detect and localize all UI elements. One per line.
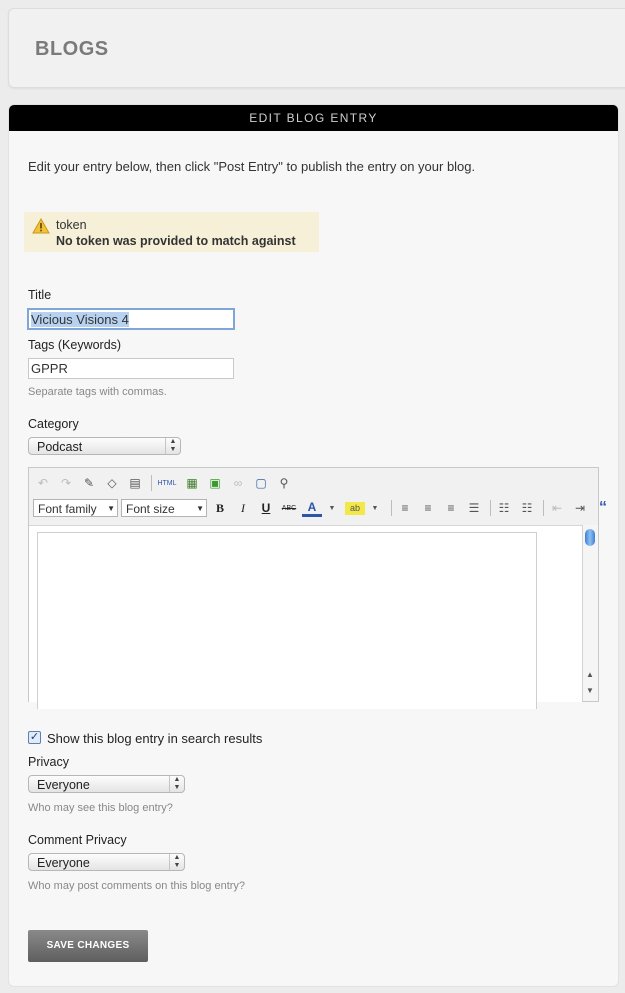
- category-label: Category: [28, 417, 79, 431]
- editor-scrollbar[interactable]: ▲ ▼: [582, 525, 598, 701]
- select-arrows-icon: ▲ ▼: [169, 776, 184, 792]
- title-value: Vicious Visions 4: [31, 312, 129, 327]
- comment-privacy-value: Everyone: [37, 856, 90, 870]
- editor-content-area[interactable]: [29, 525, 582, 709]
- page-header: BLOGS: [8, 8, 625, 88]
- font-color-button[interactable]: A: [302, 500, 322, 517]
- eraser-icon[interactable]: ◇: [102, 473, 122, 493]
- numbered-list-icon[interactable]: ☷: [517, 498, 537, 518]
- bullet-list-icon[interactable]: ☷: [494, 498, 514, 518]
- dropdown-arrow-icon: ▼: [107, 504, 115, 513]
- title-input[interactable]: Vicious Visions 4: [27, 308, 235, 330]
- scrollbar-thumb[interactable]: [585, 529, 595, 546]
- cleanup-icon[interactable]: ✎: [79, 473, 99, 493]
- warning-icon: [32, 218, 50, 234]
- privacy-select[interactable]: Everyone ▲ ▼: [28, 775, 185, 793]
- align-justify-icon[interactable]: ☰: [464, 498, 484, 518]
- blockquote-icon[interactable]: “: [593, 498, 613, 518]
- toolbar-separator: [151, 475, 152, 491]
- link-icon[interactable]: ∞: [228, 473, 248, 493]
- image-icon[interactable]: ▣: [205, 473, 225, 493]
- toolbar-separator: [490, 500, 491, 516]
- editor-document[interactable]: [37, 532, 537, 709]
- select-arrows-icon: ▲ ▼: [165, 438, 180, 454]
- strikethrough-button[interactable]: ABC: [279, 498, 299, 518]
- underline-button[interactable]: U: [256, 498, 276, 518]
- dropdown-arrow-icon[interactable]: ▼: [322, 498, 342, 518]
- tags-hint: Separate tags with commas.: [28, 386, 167, 398]
- indent-icon[interactable]: ⇥: [570, 498, 590, 518]
- title-label: Title: [28, 288, 52, 302]
- warning-message: No token was provided to match against: [56, 234, 296, 248]
- template-icon[interactable]: ▢: [251, 473, 271, 493]
- privacy-value: Everyone: [37, 778, 90, 792]
- font-size-label: Font size: [126, 502, 175, 516]
- toolbar-separator: [391, 500, 392, 516]
- align-center-icon[interactable]: ≡: [418, 498, 438, 518]
- dropdown-arrow-icon: ▼: [196, 504, 204, 513]
- font-family-label: Font family: [38, 502, 97, 516]
- redo-icon[interactable]: ↷: [56, 473, 76, 493]
- panel-title: EDIT BLOG ENTRY: [9, 105, 618, 131]
- media-icon[interactable]: ▦: [182, 473, 202, 493]
- html-icon[interactable]: HTML: [155, 473, 179, 493]
- save-changes-button[interactable]: SAVE CHANGES: [28, 930, 148, 962]
- font-family-select[interactable]: Font family ▼: [33, 499, 118, 517]
- rich-text-editor: ↶ ↷ ✎ ◇ ▤ HTML ▦ ▣ ∞ ▢ ⚲ Font family ▼ Fo…: [28, 467, 607, 709]
- comment-privacy-label: Comment Privacy: [28, 833, 127, 847]
- token-warning: token No token was provided to match aga…: [24, 212, 319, 252]
- comment-privacy-hint: Who may post comments on this blog entry…: [28, 880, 246, 892]
- italic-button[interactable]: I: [233, 498, 253, 518]
- tags-input[interactable]: GPPR: [28, 358, 234, 379]
- bold-button[interactable]: B: [210, 498, 230, 518]
- scroll-down-icon[interactable]: ▼: [586, 686, 594, 695]
- preview-icon[interactable]: ⚲: [274, 473, 294, 493]
- font-size-select[interactable]: Font size ▼: [121, 499, 207, 517]
- intro-text: Edit your entry below, then click "Post …: [28, 159, 476, 174]
- outdent-icon[interactable]: ⇤: [547, 498, 567, 518]
- select-arrows-icon: ▲ ▼: [169, 854, 184, 870]
- category-value: Podcast: [37, 440, 83, 454]
- tags-label: Tags (Keywords): [28, 338, 122, 352]
- search-results-checkbox[interactable]: ✓: [28, 731, 41, 744]
- comment-privacy-select[interactable]: Everyone ▲ ▼: [28, 853, 185, 871]
- privacy-label: Privacy: [28, 755, 69, 769]
- highlight-button[interactable]: ab: [345, 501, 365, 515]
- scroll-up-icon[interactable]: ▲: [586, 670, 594, 679]
- category-select[interactable]: Podcast ▲ ▼: [28, 437, 181, 455]
- toolbar-separator: [543, 500, 544, 516]
- search-results-label[interactable]: Show this blog entry in search results: [47, 731, 262, 746]
- dropdown-arrow-icon[interactable]: ▼: [365, 498, 385, 518]
- edit-blog-panel: EDIT BLOG ENTRY Edit your entry below, t…: [8, 104, 619, 987]
- privacy-hint: Who may see this blog entry?: [28, 802, 173, 814]
- warning-key: token: [56, 218, 87, 232]
- paste-word-icon[interactable]: ▤: [125, 473, 145, 493]
- align-right-icon[interactable]: ≡: [441, 498, 461, 518]
- align-left-icon[interactable]: ≡: [395, 498, 415, 518]
- page-title: BLOGS: [35, 38, 109, 60]
- undo-icon[interactable]: ↶: [33, 473, 53, 493]
